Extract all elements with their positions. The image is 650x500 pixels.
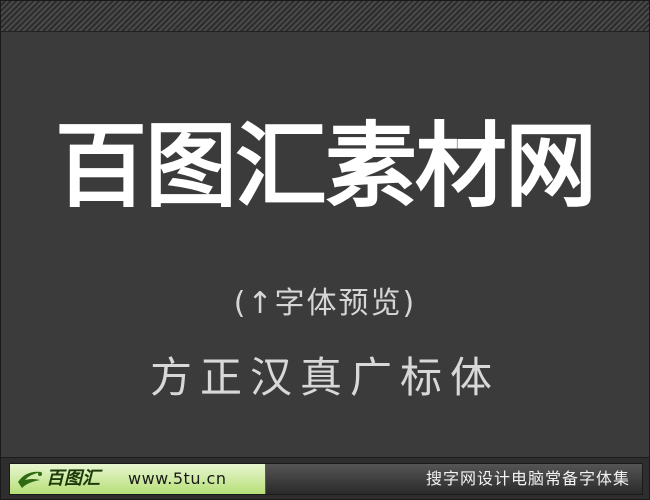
logo-text: 百图汇 [46,468,100,489]
logo-swoosh-icon [18,471,42,488]
footer-inner: 百图汇 www.5tu.cn 搜字网设计电脑常备字体集 [9,463,643,495]
footer-tagline: 搜字网设计电脑常备字体集 [425,469,630,488]
site-url-link[interactable]: www.5tu.cn [128,466,227,492]
font-preview-frame: 百图汇素材网 (↑字体预览) 方正汉真广标体 百图汇 www.5tu.cn 搜字… [0,0,650,500]
preview-label: (↑字体预览) [233,286,417,321]
font-name: 方正汉真广标体 [149,353,500,402]
footer-bar: 百图汇 www.5tu.cn 搜字网设计电脑常备字体集 [1,457,649,499]
preview-panel: 百图汇素材网 (↑字体预览) 方正汉真广标体 [1,32,649,457]
brand-box[interactable]: 百图汇 www.5tu.cn [10,464,266,494]
top-stripe [1,1,649,32]
preview-title: 百图汇素材网 [54,113,597,220]
